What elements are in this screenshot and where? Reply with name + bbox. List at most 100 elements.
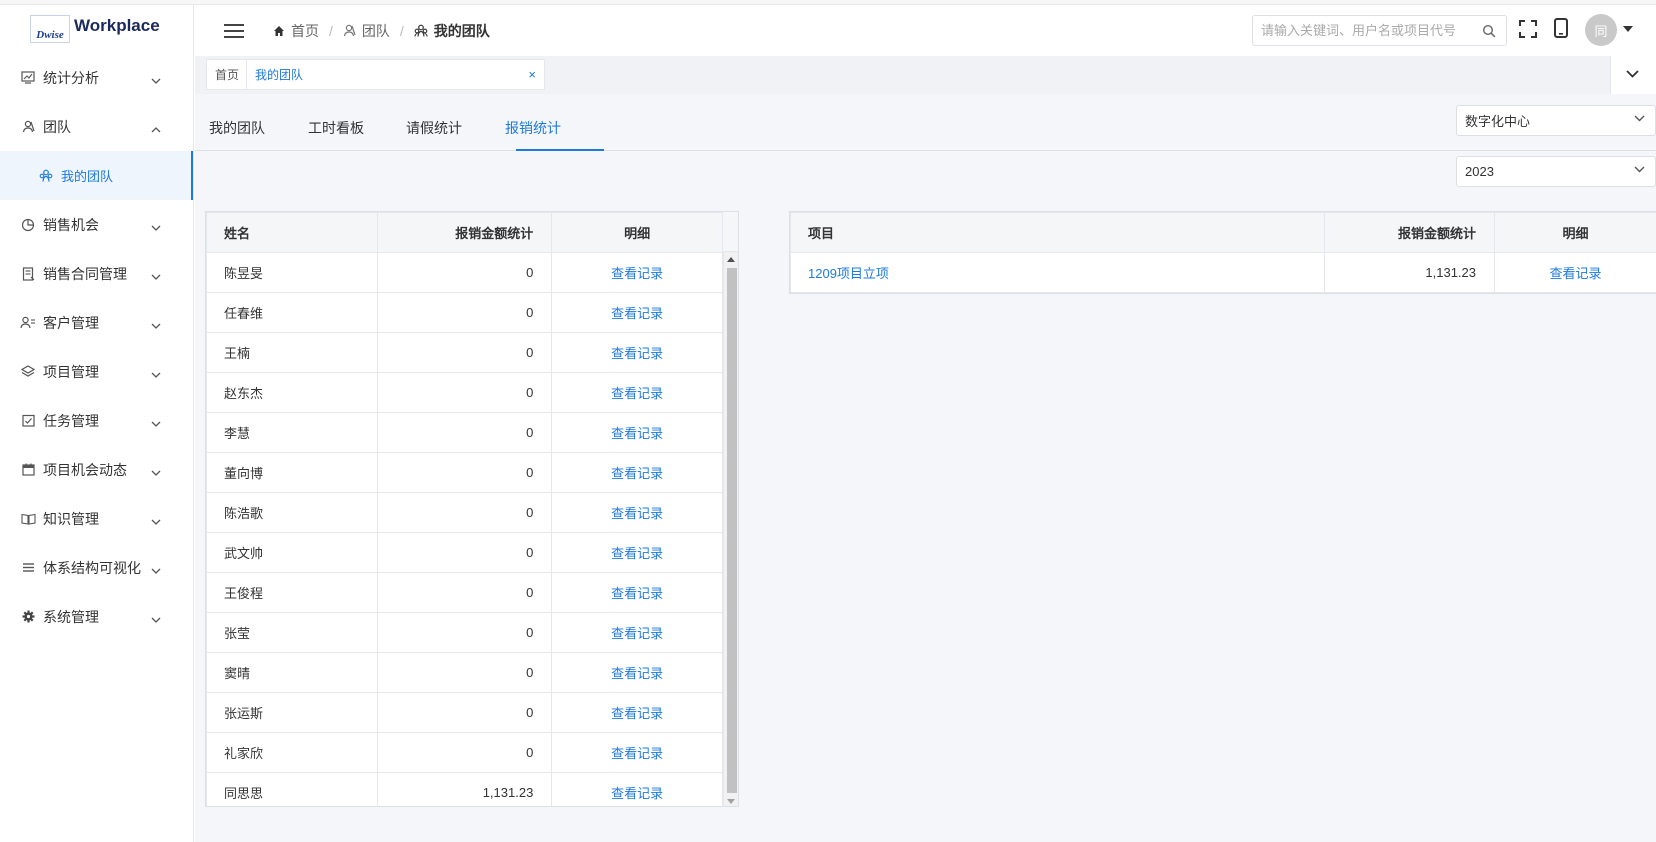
member-name: 王楠 [206,332,378,373]
sidebar-item-label: 我的团队 [61,169,114,184]
reimbursement-amount: 0 [376,292,553,333]
department-select[interactable]: 数字化中心 [1456,105,1656,136]
main-content: 我的团队 工时看板 请假统计 报销统计 数字化中心 2023 姓名 报销金额统计… [195,94,1656,842]
team-icon [20,119,36,135]
tag-my-team[interactable]: 我的团队 × [246,59,545,90]
view-record-link[interactable]: 查看记录 [611,626,663,641]
sidebar-item[interactable]: 我的团队 [0,151,193,200]
sidebar-item[interactable]: 体系结构可视化 [0,543,193,592]
sidebar-item[interactable]: 项目管理 [0,347,193,396]
view-record-link[interactable]: 查看记录 [611,666,663,681]
year-select[interactable]: 2023 [1456,156,1656,187]
view-record-link[interactable]: 查看记录 [611,386,663,401]
view-record-link[interactable]: 查看记录 [611,546,663,561]
reimbursement-amount: 0 [376,652,553,693]
view-record-link[interactable]: 查看记录 [611,706,663,721]
caret-down-icon[interactable] [1623,26,1633,32]
view-record-link[interactable]: 查看记录 [1549,266,1601,281]
reimbursement-amount: 0 [376,372,553,413]
chevron-down-icon [151,365,161,381]
reimbursement-amount: 0 [376,412,553,453]
scroll-down-arrow-icon[interactable] [727,799,735,804]
tab-hours-board[interactable]: 工时看板 [308,118,364,138]
contract-icon [20,266,36,282]
fullscreen-icon[interactable] [1519,20,1537,38]
chart-icon [20,70,36,86]
sidebar-item[interactable]: 销售合同管理 [0,249,193,298]
tag-label: 我的团队 [255,68,304,82]
column-header-project: 项目 [790,212,1325,253]
table-row: 赵东杰 0 查看记录 [206,372,723,413]
breadcrumb-separator: / [329,22,333,39]
breadcrumb-team[interactable]: 团队 [362,21,390,41]
project-link[interactable]: 1209项目立项 [808,266,889,281]
table-row: 礼家欣 0 查看记录 [206,732,723,773]
avatar[interactable]: 同 [1585,14,1617,46]
view-record-link[interactable]: 查看记录 [611,426,663,441]
member-name: 窦晴 [206,652,378,693]
view-record-link[interactable]: 查看记录 [611,506,663,521]
calendar-icon [20,462,36,478]
breadcrumb-separator: / [399,22,404,39]
sidebar-item[interactable]: 销售机会 [0,200,193,249]
view-record-link[interactable]: 查看记录 [611,786,663,801]
breadcrumb-home[interactable]: 首页 [291,21,319,41]
tags-more-button[interactable] [1610,56,1656,94]
view-record-link[interactable]: 查看记录 [611,466,663,481]
department-select-value: 数字化中心 [1465,114,1531,129]
logo[interactable]: Dwise Workplace [0,5,193,53]
view-record-link[interactable]: 查看记录 [611,746,663,761]
tab-my-team[interactable]: 我的团队 [209,118,265,138]
chevron-down-icon [1634,115,1645,122]
sidebar-item[interactable]: 客户管理 [0,298,193,347]
search-icon[interactable] [1482,24,1496,38]
table-row: 张运斯 0 查看记录 [206,692,723,733]
close-icon[interactable]: × [528,67,536,82]
search-box[interactable] [1252,15,1507,46]
table-row: 陈浩歌 0 查看记录 [206,492,723,533]
team-icon [343,24,356,37]
sidebar-item[interactable]: 团队 [0,102,193,151]
table-header-row: 姓名 报销金额统计 明细 [206,212,723,253]
chevron-up-icon [151,120,161,136]
view-record-link[interactable]: 查看记录 [611,586,663,601]
chevron-down-icon [151,71,161,87]
view-record-link[interactable]: 查看记录 [611,266,663,281]
book-icon [20,511,36,527]
table-body: 陈昱旻 0 查看记录 任春维 0 查看记录 王楠 0 查看记录 赵东杰 0 查看记录 李慧 0 查看记录 董向… [206,252,723,806]
member-name: 陈浩歌 [206,492,378,533]
sidebar-item[interactable]: 任务管理 [0,396,193,445]
column-header-name: 姓名 [206,212,378,253]
group-icon [414,24,428,37]
sidebar-item-label: 团队 [43,118,71,135]
sidebar-item-label: 项目机会动态 [43,461,127,478]
table-row: 王楠 0 查看记录 [206,332,723,373]
breadcrumb: 首页 / 团队 / 我的团队 [273,21,490,41]
scrollbar[interactable] [723,252,738,806]
tab-leave-stats[interactable]: 请假统计 [406,118,462,138]
member-name: 礼家欣 [206,732,378,773]
sidebar-item[interactable]: 项目机会动态 [0,445,193,494]
sidebar-item[interactable]: 统计分析 [0,53,193,102]
member-name: 张莹 [206,612,378,653]
member-name: 陈昱旻 [206,252,378,293]
table-row: 窦晴 0 查看记录 [206,652,723,693]
member-name: 张运斯 [206,692,378,733]
sidebar-item-label: 知识管理 [43,510,99,527]
sidebar-item[interactable]: 知识管理 [0,494,193,543]
search-input[interactable] [1261,23,1476,38]
tab-reimbursement-stats[interactable]: 报销统计 [505,118,561,138]
sidebar-item-label: 销售合同管理 [43,265,127,282]
view-record-link[interactable]: 查看记录 [611,306,663,321]
table-row: 任春维 0 查看记录 [206,292,723,333]
view-record-link[interactable]: 查看记录 [611,346,663,361]
mobile-icon[interactable] [1554,18,1568,38]
scroll-up-arrow-icon[interactable] [727,257,735,262]
scrollbar-thumb[interactable] [727,268,737,793]
tag-home[interactable]: 首页 [206,59,249,90]
sidebar-item-label: 体系结构可视化 [43,559,141,576]
sidebar-item-label: 统计分析 [43,69,99,86]
sidebar-item[interactable]: 系统管理 [0,592,193,641]
reimbursement-amount: 0 [376,452,553,493]
hamburger-icon[interactable] [224,23,246,39]
